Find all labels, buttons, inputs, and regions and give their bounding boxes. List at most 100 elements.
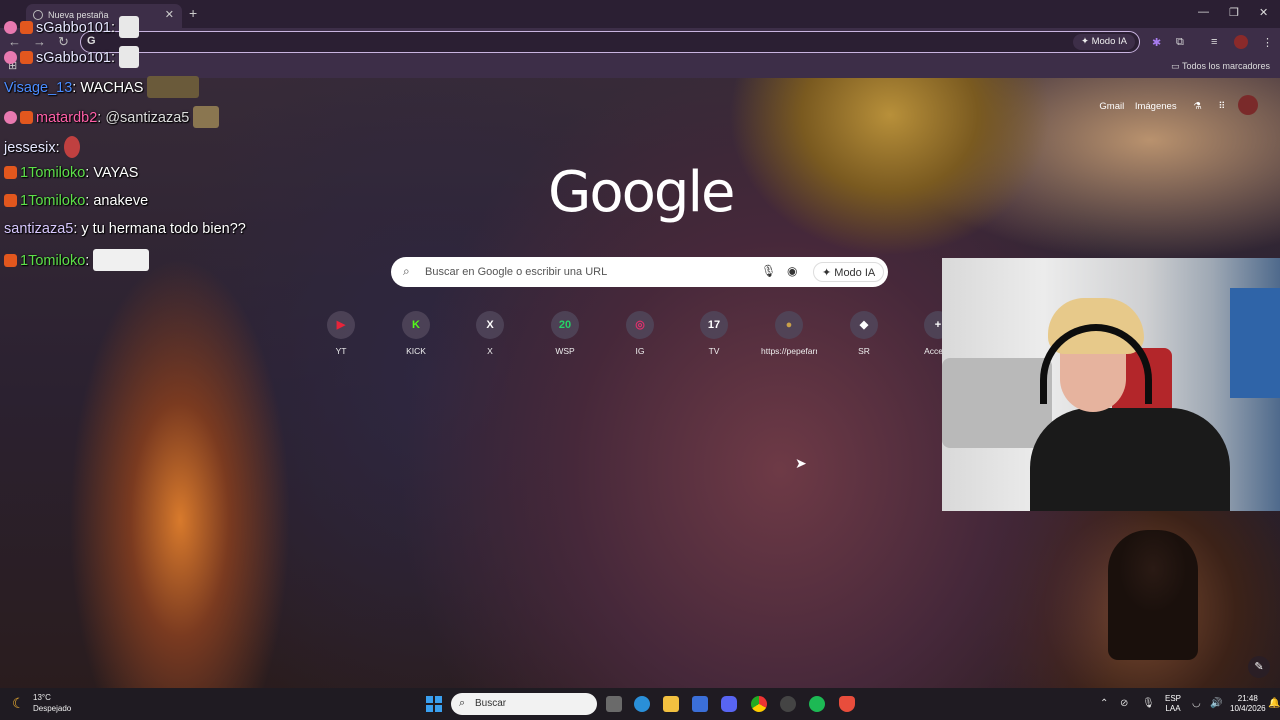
tray-chevron-icon[interactable]: ⌃ bbox=[1100, 698, 1108, 709]
shortcut-icon: ◆ bbox=[850, 311, 878, 339]
brave-icon[interactable] bbox=[839, 696, 855, 712]
chat-user: 1Tomiloko bbox=[20, 253, 86, 269]
google-apps-icon[interactable]: ⠿ bbox=[1218, 101, 1225, 112]
all-bookmarks-button[interactable]: ▭ Todos los marcadores bbox=[1171, 61, 1270, 72]
extension-icon[interactable]: ✱ bbox=[1152, 36, 1161, 49]
shortcut-tile[interactable]: 20 WSP bbox=[537, 311, 593, 356]
discord-icon[interactable] bbox=[721, 696, 737, 712]
sub-badge-icon bbox=[4, 111, 17, 124]
obs-icon[interactable] bbox=[780, 696, 796, 712]
shortcut-label: https://pepefarm... bbox=[761, 346, 817, 356]
shortcut-tile[interactable]: K KICK bbox=[388, 311, 444, 356]
emote-icon bbox=[119, 16, 140, 38]
images-link[interactable]: Imágenes bbox=[1135, 101, 1177, 112]
shortcut-tile[interactable]: ▶ YT bbox=[313, 311, 369, 356]
store-icon[interactable] bbox=[692, 696, 708, 712]
volume-icon[interactable]: 🔊 bbox=[1210, 698, 1222, 709]
clock-date: 10/4/2026 bbox=[1230, 704, 1266, 713]
menu-icon[interactable]: ⋮ bbox=[1262, 36, 1273, 49]
shortcut-label: WSP bbox=[555, 346, 575, 356]
lang-line1: ESP bbox=[1165, 694, 1182, 703]
chat-message: 1Tomiloko: bbox=[4, 249, 150, 271]
chat-text: : VAYAS bbox=[85, 165, 139, 181]
search-placeholder: Buscar en Google o escribir una URL bbox=[425, 266, 608, 278]
moon-icon: ☾ bbox=[12, 695, 25, 711]
chat-message: sGabbo101: bbox=[4, 46, 140, 68]
spotify-icon[interactable] bbox=[809, 696, 825, 712]
all-bookmarks-label: Todos los marcadores bbox=[1181, 61, 1270, 71]
restore-icon[interactable]: ❐ bbox=[1229, 6, 1239, 19]
shortcut-icon: K bbox=[402, 311, 430, 339]
taskbar-search-placeholder: Buscar bbox=[475, 698, 507, 709]
shortcut-label: YT bbox=[335, 346, 347, 356]
chrome-icon[interactable] bbox=[751, 696, 767, 712]
google-search-box[interactable]: ⌕ Buscar en Google o escribir una URL 🎙 … bbox=[391, 257, 888, 287]
notification-bell-icon[interactable]: 🔔 bbox=[1268, 698, 1280, 709]
chat-text: : anakeve bbox=[85, 193, 149, 209]
webcam-overlay bbox=[942, 258, 1280, 511]
chat-text: : y tu hermana todo bien?? bbox=[73, 221, 246, 237]
edge-icon[interactable] bbox=[634, 696, 650, 712]
clock[interactable]: 21:48 10/4/2026 bbox=[1230, 694, 1266, 714]
shortcut-tile[interactable]: 17 TV bbox=[686, 311, 742, 356]
google-logo: Google bbox=[548, 160, 735, 225]
google-lens-icon[interactable]: ◉ bbox=[787, 264, 797, 278]
moderator-badge-icon bbox=[4, 194, 17, 207]
customize-pencil-icon[interactable]: ✎ bbox=[1248, 656, 1270, 678]
moderator-badge-icon bbox=[4, 166, 17, 179]
task-view-icon[interactable] bbox=[606, 696, 622, 712]
microphone-icon[interactable]: 🎙 bbox=[761, 264, 776, 278]
shortcut-icon: ▶ bbox=[327, 311, 355, 339]
lang-line2: LAA bbox=[1165, 704, 1181, 713]
labs-flask-icon[interactable]: ⚗ bbox=[1193, 101, 1202, 112]
emote-icon bbox=[93, 249, 150, 271]
clock-time: 21:48 bbox=[1237, 694, 1258, 703]
shortcut-tile[interactable]: ◆ SR bbox=[836, 311, 892, 356]
minimize-icon[interactable]: — bbox=[1198, 6, 1209, 18]
chat-message: santizaza5: y tu hermana todo bien?? bbox=[4, 221, 246, 237]
omnibox-ai-mode-label: Modo IA bbox=[1091, 36, 1127, 47]
chat-user: jessesix bbox=[4, 140, 56, 156]
chat-text: : bbox=[55, 140, 60, 156]
chat-user: 1Tomiloko bbox=[20, 193, 86, 209]
windows-start-icon[interactable] bbox=[426, 696, 442, 712]
account-avatar[interactable] bbox=[1238, 95, 1258, 115]
network-icon[interactable]: ⊘ bbox=[1120, 698, 1128, 709]
gmail-link[interactable]: Gmail bbox=[1099, 101, 1124, 112]
emote-icon bbox=[119, 46, 140, 68]
folder-icon[interactable] bbox=[663, 696, 679, 712]
language-indicator[interactable]: ESP LAA bbox=[1165, 694, 1181, 714]
emote-icon bbox=[63, 136, 80, 158]
sub-badge-icon bbox=[4, 21, 17, 34]
shortcut-tile[interactable]: XX bbox=[462, 311, 518, 356]
chat-user: 1Tomiloko bbox=[20, 165, 86, 181]
shortcut-label: X bbox=[487, 346, 493, 356]
microphone-tray-icon[interactable]: 🎙 bbox=[1142, 698, 1155, 709]
title-bar: Nueva pestaña ✕ + — ❐ ✕ bbox=[0, 0, 1280, 28]
address-bar[interactable]: G ✦ Modo IA bbox=[80, 31, 1140, 53]
new-tab-button[interactable]: + bbox=[189, 5, 197, 21]
taskbar-search[interactable]: ⌕ Buscar bbox=[451, 693, 597, 715]
close-window-icon[interactable]: ✕ bbox=[1259, 6, 1268, 19]
wifi-icon[interactable]: ◡ bbox=[1192, 698, 1201, 709]
omnibox-ai-mode-button[interactable]: ✦ Modo IA bbox=[1073, 34, 1135, 50]
taskbar: ☾ 13°C Despejado ⌕ Buscar ⌃ ⊘ 🎙 ESP LAA … bbox=[0, 688, 1280, 720]
chat-user: matardb2 bbox=[36, 110, 98, 126]
chat-text: : bbox=[85, 253, 90, 269]
extensions-puzzle-icon[interactable]: ⧉ bbox=[1176, 36, 1184, 49]
emote-icon bbox=[147, 76, 200, 98]
shortcut-tile[interactable]: ● https://pepefarm... bbox=[761, 311, 817, 356]
shortcut-tile[interactable]: ◎ IG bbox=[612, 311, 668, 356]
chat-message: matardb2: @santizaza5 bbox=[4, 106, 220, 128]
shortcut-icon: ● bbox=[775, 311, 803, 339]
shortcut-icon: ◎ bbox=[626, 311, 654, 339]
search-icon: ⌕ bbox=[403, 264, 410, 278]
chat-message: jessesix: bbox=[4, 136, 80, 158]
weather-temp: 13°C bbox=[33, 693, 51, 702]
media-icon[interactable]: ≡ bbox=[1211, 36, 1217, 48]
chat-text: : bbox=[110, 50, 116, 66]
ai-mode-button[interactable]: ✦ Modo IA bbox=[813, 262, 885, 282]
close-tab-icon[interactable]: ✕ bbox=[165, 8, 174, 21]
profile-avatar[interactable] bbox=[1234, 35, 1248, 49]
moderator-badge-icon bbox=[20, 111, 33, 124]
